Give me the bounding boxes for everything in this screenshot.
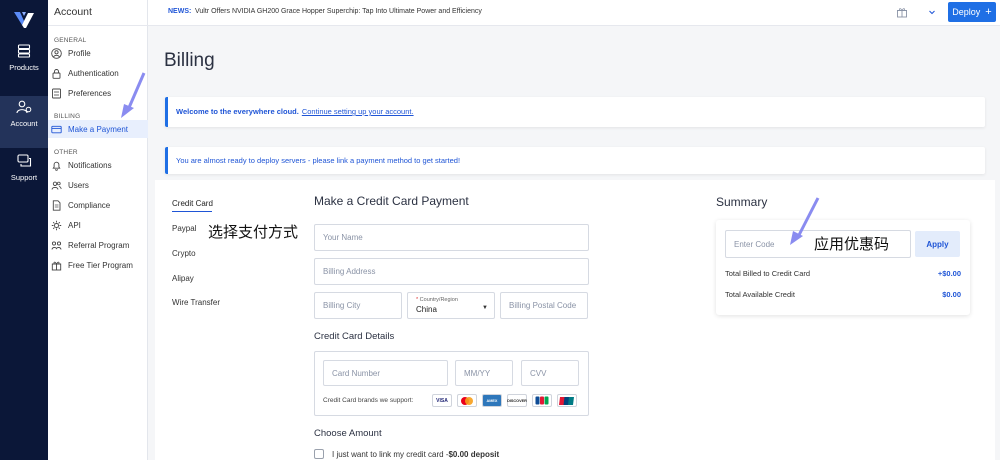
- link-only-label[interactable]: I just want to link my credit card -$0.0…: [332, 450, 499, 459]
- sliders-icon: [51, 88, 62, 99]
- sidebar-item-label: Preferences: [68, 88, 112, 98]
- rail-item-products[interactable]: Products: [0, 44, 48, 98]
- link-only-checkbox[interactable]: [314, 449, 324, 459]
- server-icon: [17, 44, 31, 58]
- deploy-button-label: Deploy: [952, 7, 981, 17]
- sidebar-item-free-tier-program[interactable]: Free Tier Program: [48, 256, 148, 274]
- expiry-input[interactable]: MM/YY: [455, 360, 513, 386]
- account-icon: [16, 100, 32, 114]
- tab-credit-card[interactable]: Credit Card: [172, 199, 213, 208]
- sidebar-item-label: Profile: [68, 48, 91, 58]
- card-icon: [51, 124, 62, 135]
- sidebar-item-label: Referral Program: [68, 240, 130, 250]
- sidebar-item-compliance[interactable]: Compliance: [48, 196, 148, 214]
- tab-alipay[interactable]: Alipay: [172, 274, 194, 283]
- divider: [48, 25, 148, 26]
- sidebar-item-make-a-payment[interactable]: Make a Payment: [48, 120, 148, 138]
- country-label: * Country/Region: [416, 297, 458, 303]
- sidebar-item-label: API: [68, 220, 81, 230]
- account-panel: Account GENERAL Profile Authentication P…: [48, 0, 148, 460]
- sidebar-item-label: Free Tier Program: [68, 260, 133, 270]
- referral-icon: [51, 240, 62, 251]
- user-icon: [51, 47, 62, 59]
- welcome-banner-text: Welcome to the everywhere cloud.: [176, 107, 299, 116]
- rail-label-support: Support: [10, 173, 38, 182]
- sidebar-item-label: Notifications: [68, 160, 112, 170]
- total-billed-value: +$0.00: [937, 269, 961, 278]
- lock-icon: [51, 68, 62, 79]
- main-rail: Products Account Support: [0, 0, 48, 460]
- total-credit-value: $0.00: [942, 290, 961, 299]
- news-tag: NEWS:: [168, 8, 192, 15]
- api-icon: [51, 220, 62, 231]
- sidebar-item-label: Authentication: [68, 68, 119, 78]
- tab-crypto[interactable]: Crypto: [172, 249, 196, 258]
- country-value: China: [416, 305, 437, 314]
- account-panel-title: Account: [54, 6, 92, 18]
- total-credit-label: Total Available Credit: [725, 290, 795, 299]
- name-input[interactable]: Your Name: [314, 224, 589, 251]
- news-link[interactable]: Vultr Offers NVIDIA GH200 Grace Hopper S…: [195, 8, 482, 15]
- sidebar-item-label: Users: [68, 180, 89, 190]
- plus-icon: +: [985, 6, 992, 18]
- continue-setup-link[interactable]: Continue setting up your account.: [302, 107, 414, 116]
- rail-item-account[interactable]: Account: [0, 96, 48, 148]
- payment-notice-text: You are almost ready to deploy servers -…: [176, 156, 461, 165]
- cvv-input[interactable]: CVV: [521, 360, 579, 386]
- visa-icon: VISA: [432, 394, 452, 407]
- jcb-icon: [532, 394, 552, 407]
- sidebar-item-users[interactable]: Users: [48, 176, 148, 194]
- group-label-other: OTHER: [54, 149, 78, 156]
- document-icon: [51, 199, 62, 211]
- discover-icon: DISCOVER: [507, 394, 527, 407]
- payment-notice-banner: You are almost ready to deploy servers -…: [165, 147, 985, 174]
- tab-paypal[interactable]: Paypal: [172, 224, 196, 233]
- top-bar: NEWS: Vultr Offers NVIDIA GH200 Grace Ho…: [148, 0, 1000, 26]
- vultr-logo-icon[interactable]: [14, 12, 34, 30]
- active-tab-indicator: [172, 211, 212, 212]
- rail-item-support[interactable]: Support: [0, 154, 48, 208]
- annotation-arrow-icon: [121, 72, 146, 118]
- apply-button[interactable]: Apply: [915, 231, 960, 257]
- sidebar-item-api[interactable]: API: [48, 216, 148, 234]
- billing-postal-code-input[interactable]: Billing Postal Code: [500, 292, 588, 319]
- total-billed-label: Total Billed to Credit Card: [725, 269, 811, 278]
- summary-title: Summary: [716, 195, 768, 209]
- sidebar-item-notifications[interactable]: Notifications: [48, 156, 148, 174]
- sidebar-item-label: Compliance: [68, 200, 111, 210]
- support-icon: [16, 154, 31, 167]
- gift-icon: [51, 260, 62, 271]
- choose-amount-title: Choose Amount: [314, 428, 382, 439]
- welcome-banner: Welcome to the everywhere cloud. Continue…: [165, 97, 985, 127]
- sidebar-item-profile[interactable]: Profile: [48, 44, 148, 62]
- rail-label-account: Account: [10, 119, 38, 128]
- page-title: Billing: [164, 50, 215, 71]
- card-details-title: Credit Card Details: [314, 331, 395, 342]
- mastercard-icon: [457, 394, 477, 407]
- tab-wire-transfer[interactable]: Wire Transfer: [172, 298, 220, 307]
- annotation-apply-coupon: 应用优惠码: [814, 235, 890, 253]
- sidebar-item-label: Make a Payment: [68, 124, 129, 134]
- deploy-button[interactable]: Deploy +: [948, 2, 996, 22]
- rail-label-products: Products: [9, 63, 39, 72]
- gift-icon[interactable]: [896, 6, 908, 18]
- unionpay-icon: [557, 394, 577, 407]
- billing-city-input[interactable]: Billing City: [314, 292, 402, 319]
- bell-icon: [51, 160, 62, 171]
- chevron-down-icon[interactable]: [928, 8, 936, 16]
- sidebar-item-referral-program[interactable]: Referral Program: [48, 236, 148, 254]
- amex-icon: AMEX: [482, 394, 502, 407]
- users-icon: [51, 180, 62, 191]
- card-number-input[interactable]: Card Number: [323, 360, 448, 386]
- caret-down-icon: ▼: [482, 305, 488, 311]
- group-label-general: GENERAL: [54, 37, 87, 44]
- country-select[interactable]: * Country/Region China ▼: [407, 292, 495, 319]
- brands-label: Credit Card brands we support:: [323, 397, 414, 404]
- form-title: Make a Credit Card Payment: [314, 194, 469, 208]
- billing-address-input[interactable]: Billing Address: [314, 258, 589, 285]
- group-label-billing: BILLING: [54, 113, 81, 120]
- annotation-choose-payment: 选择支付方式: [208, 223, 299, 241]
